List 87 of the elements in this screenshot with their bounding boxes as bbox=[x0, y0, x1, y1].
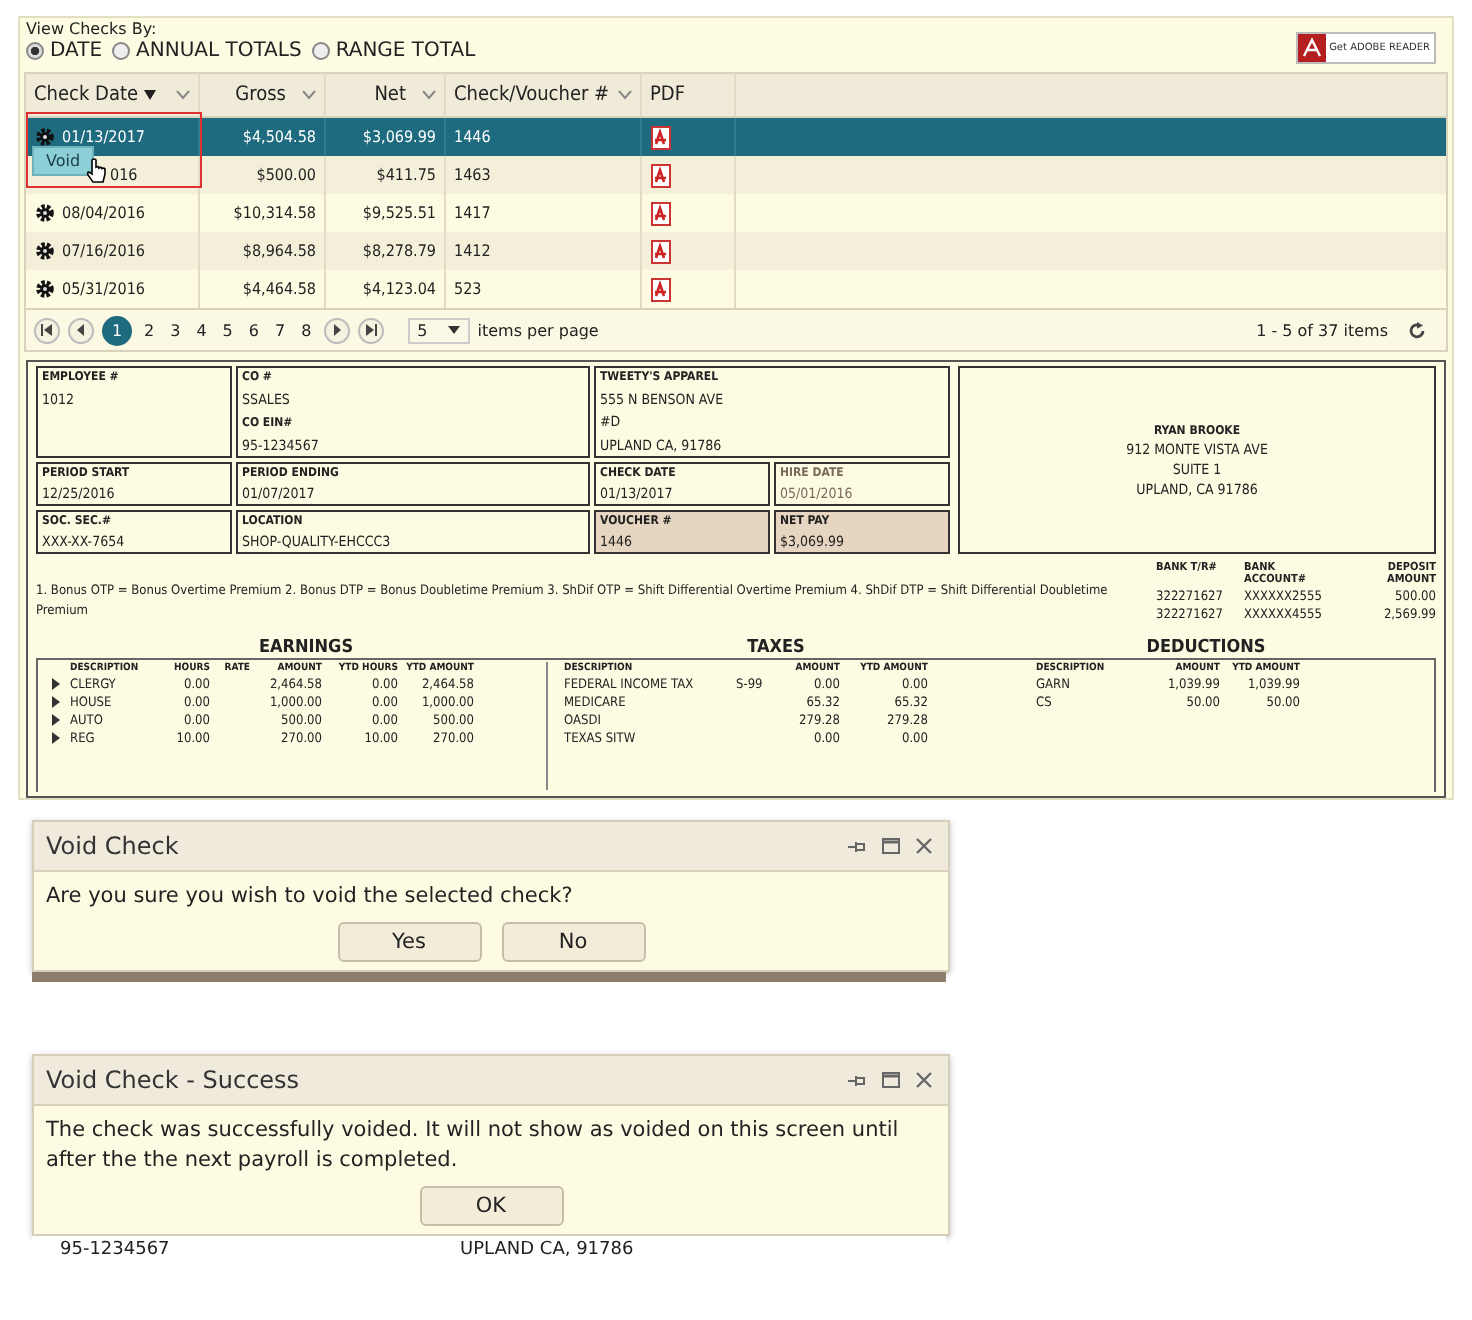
table-cell: 1446 bbox=[454, 128, 491, 146]
radio-option[interactable]: DATE bbox=[26, 40, 103, 62]
page-number[interactable]: 8 bbox=[297, 321, 316, 339]
section-title: DEDUCTIONS bbox=[1144, 638, 1268, 658]
gear-icon[interactable] bbox=[34, 126, 56, 148]
page-number[interactable]: 7 bbox=[270, 321, 290, 339]
table-cell: $4,504.58 bbox=[242, 128, 316, 146]
field-value: 95-1234567 bbox=[60, 1239, 172, 1259]
dropdown-arrow-icon bbox=[447, 326, 460, 334]
table-cell: 1463 bbox=[454, 166, 491, 184]
table-cell: 1417 bbox=[454, 204, 491, 222]
maximize-icon[interactable] bbox=[882, 1072, 900, 1088]
close-icon[interactable] bbox=[916, 838, 932, 854]
table-cell: $8,964.58 bbox=[242, 242, 316, 260]
nav-arrow-icon bbox=[329, 324, 344, 336]
pdf-icon[interactable] bbox=[650, 125, 672, 149]
column-header[interactable]: PDF bbox=[642, 74, 736, 116]
table-cell: 523 bbox=[454, 280, 482, 298]
gear-icon[interactable] bbox=[34, 278, 56, 300]
page-number[interactable]: 6 bbox=[244, 321, 263, 339]
dialog-message: Are you sure you wish to void the selected check? bbox=[46, 882, 575, 912]
pager-button[interactable] bbox=[34, 317, 60, 343]
dialog-button[interactable]: OK bbox=[419, 1186, 563, 1226]
hand-cursor-icon bbox=[86, 158, 107, 184]
chevron-icon bbox=[302, 90, 316, 100]
column-header[interactable]: Net bbox=[326, 74, 446, 116]
table-row[interactable]: 07/16/2016 $8,964.58 $8,278.79 1412 bbox=[26, 232, 1446, 270]
gear-icon[interactable] bbox=[34, 240, 56, 262]
table-cell: 016 bbox=[110, 166, 138, 184]
table-cell: 07/16/2016 bbox=[62, 242, 145, 260]
pin-icon[interactable] bbox=[848, 839, 866, 853]
view-by-label: View Checks By: bbox=[26, 20, 159, 38]
nav-arrow-icon bbox=[40, 324, 54, 336]
table-cell: $8,278.79 bbox=[362, 242, 436, 260]
page-number[interactable]: 2 bbox=[140, 321, 159, 339]
pager-button[interactable] bbox=[68, 317, 94, 343]
chevron-icon bbox=[618, 90, 632, 100]
pager-summary: 1 - 5 of 37 items bbox=[1256, 321, 1388, 339]
table-cell: $411.75 bbox=[376, 166, 436, 184]
pager-button[interactable] bbox=[323, 317, 350, 343]
column-header[interactable]: Check/Voucher # bbox=[446, 74, 642, 116]
section-title: EARNINGS bbox=[256, 638, 356, 658]
column-header[interactable]: Check Date bbox=[26, 74, 200, 116]
page-number[interactable]: 1 bbox=[102, 315, 132, 345]
field-value: UPLAND CA, 91786 bbox=[460, 1239, 634, 1259]
page-number[interactable]: 5 bbox=[218, 321, 237, 339]
pdf-logo-icon bbox=[1297, 34, 1326, 62]
dialog-message: The check was successfully voided. It will not show as voided on this screen until after the the next payroll is completed. bbox=[46, 1116, 901, 1176]
page-size-dropdown[interactable]: 5 bbox=[407, 317, 470, 343]
maximize-icon[interactable] bbox=[882, 838, 900, 854]
nav-arrow-icon bbox=[74, 324, 88, 336]
table-cell: $3,069.99 bbox=[362, 128, 436, 146]
pdf-icon[interactable] bbox=[650, 201, 672, 225]
column-header[interactable]: Gross bbox=[200, 74, 326, 116]
radio-option[interactable]: ANNUAL TOTALS bbox=[112, 40, 302, 62]
dialog-button[interactable]: No bbox=[501, 922, 645, 962]
table-cell: $10,314.58 bbox=[233, 204, 316, 222]
table-cell: $9,525.51 bbox=[362, 204, 436, 222]
page-number[interactable]: 3 bbox=[166, 321, 185, 339]
chevron-icon bbox=[176, 90, 190, 100]
pager-button[interactable] bbox=[357, 317, 384, 343]
close-icon[interactable] bbox=[916, 1072, 932, 1088]
refresh-icon[interactable] bbox=[1408, 321, 1426, 339]
dialog-title: Void Check - Success bbox=[46, 1066, 302, 1094]
menu-item[interactable]: Void bbox=[32, 146, 95, 176]
table-cell: 05/31/2016 bbox=[62, 280, 145, 298]
nav-arrow-icon bbox=[363, 324, 378, 336]
table-cell: $4,123.04 bbox=[362, 280, 436, 298]
dialog-button[interactable]: Yes bbox=[337, 922, 481, 962]
section-title: TAXES bbox=[745, 638, 807, 658]
pdf-icon[interactable] bbox=[650, 163, 672, 187]
table-cell: 1412 bbox=[454, 242, 491, 260]
gear-icon[interactable] bbox=[34, 202, 56, 224]
table-cell: $500.00 bbox=[256, 166, 316, 184]
page-number[interactable]: 4 bbox=[192, 321, 211, 339]
pdf-icon[interactable] bbox=[650, 239, 672, 263]
table-cell: $4,464.58 bbox=[242, 280, 316, 298]
table-cell: 08/04/2016 bbox=[62, 204, 145, 222]
table-cell: 01/13/2017 bbox=[62, 128, 145, 146]
radio-option[interactable]: RANGE TOTAL bbox=[311, 40, 476, 62]
pdf-icon[interactable] bbox=[650, 277, 672, 301]
dialog-title: Void Check bbox=[46, 832, 181, 860]
chevron-icon bbox=[422, 90, 436, 100]
pin-icon[interactable] bbox=[848, 1073, 866, 1087]
table-row[interactable]: 01/13/2017 $4,504.58 $3,069.99 1446 bbox=[26, 118, 1446, 156]
sort-arrow-icon bbox=[144, 90, 157, 100]
page-size-label: items per page bbox=[477, 321, 599, 339]
